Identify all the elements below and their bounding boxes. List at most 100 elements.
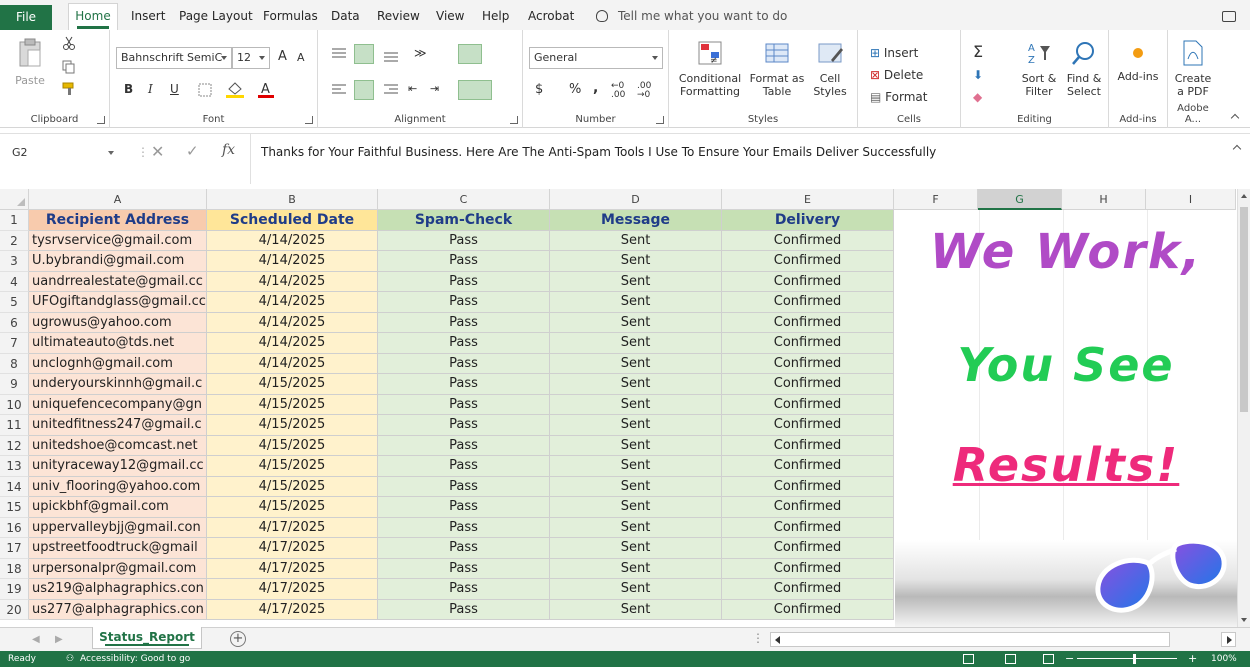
- tab-insert[interactable]: Insert: [131, 6, 165, 28]
- table-cell[interactable]: Confirmed: [722, 251, 894, 272]
- collapse-formula-bar-icon[interactable]: [1232, 144, 1242, 154]
- table-cell[interactable]: 4/14/2025: [207, 271, 378, 292]
- tab-review[interactable]: Review: [377, 6, 420, 28]
- table-cell[interactable]: Confirmed: [722, 374, 894, 395]
- collapse-ribbon-icon[interactable]: [1230, 113, 1240, 123]
- horizontal-scrollbar[interactable]: [770, 632, 1170, 647]
- table-cell[interactable]: Sent: [550, 271, 722, 292]
- underline-button[interactable]: U: [170, 82, 179, 96]
- decrease-indent-icon[interactable]: ⇤: [408, 82, 417, 95]
- table-cell[interactable]: 4/14/2025: [207, 312, 378, 333]
- table-cell[interactable]: Pass: [378, 374, 550, 395]
- next-sheet-icon[interactable]: ▶: [55, 634, 63, 645]
- table-cell[interactable]: Sent: [550, 374, 722, 395]
- alignment-dialog-launcher[interactable]: [510, 116, 518, 124]
- column-header-g[interactable]: G: [978, 189, 1062, 210]
- enter-icon[interactable]: ✓: [186, 142, 199, 160]
- fill-icon[interactable]: ⬇: [973, 68, 983, 82]
- header-cell[interactable]: Message: [550, 210, 722, 231]
- table-cell[interactable]: Pass: [378, 599, 550, 620]
- header-cell[interactable]: Spam-Check: [378, 210, 550, 231]
- header-cell[interactable]: Delivery: [722, 210, 894, 231]
- tell-me-search[interactable]: Tell me what you want to do: [596, 9, 787, 23]
- align-right-icon[interactable]: [384, 84, 398, 96]
- table-cell[interactable]: ugrowus@yahoo.com: [29, 312, 207, 333]
- table-cell[interactable]: Sent: [550, 353, 722, 374]
- row-header[interactable]: 18: [0, 558, 29, 579]
- table-cell[interactable]: uandrrealestate@gmail.cc: [29, 271, 207, 292]
- bold-button[interactable]: B: [124, 82, 133, 96]
- table-cell[interactable]: Confirmed: [722, 456, 894, 477]
- table-cell[interactable]: 4/17/2025: [207, 517, 378, 538]
- row-header[interactable]: 12: [0, 435, 29, 456]
- copy-icon[interactable]: [62, 60, 76, 74]
- scroll-left-icon[interactable]: [775, 636, 780, 644]
- header-cell[interactable]: Recipient Address: [29, 210, 207, 231]
- table-cell[interactable]: ultimateauto@tds.net: [29, 333, 207, 354]
- table-cell[interactable]: Pass: [378, 333, 550, 354]
- cut-icon[interactable]: [62, 36, 76, 50]
- table-cell[interactable]: Pass: [378, 579, 550, 600]
- row-header[interactable]: 9: [0, 374, 29, 395]
- table-cell[interactable]: Pass: [378, 230, 550, 251]
- table-cell[interactable]: tysrvservice@gmail.com: [29, 230, 207, 251]
- tab-page-layout[interactable]: Page Layout: [179, 6, 253, 28]
- italic-button[interactable]: I: [148, 82, 153, 96]
- worksheet-grid[interactable]: ABCDEFGHI 1 Recipient Address Scheduled Da…: [0, 189, 1250, 627]
- align-center-button[interactable]: [354, 80, 374, 100]
- table-cell[interactable]: 4/15/2025: [207, 456, 378, 477]
- row-header[interactable]: 6: [0, 312, 29, 333]
- page-break-view-icon[interactable]: [1043, 654, 1054, 664]
- table-cell[interactable]: Sent: [550, 599, 722, 620]
- clear-icon[interactable]: ◆: [973, 90, 982, 104]
- header-cell[interactable]: Scheduled Date: [207, 210, 378, 231]
- row-header[interactable]: 16: [0, 517, 29, 538]
- comma-button[interactable]: ,: [593, 80, 598, 96]
- table-cell[interactable]: Pass: [378, 251, 550, 272]
- table-cell[interactable]: Sent: [550, 456, 722, 477]
- select-all-button[interactable]: [0, 189, 29, 210]
- table-cell[interactable]: uppervalleybjj@gmail.con: [29, 517, 207, 538]
- column-header-a[interactable]: A: [29, 189, 207, 210]
- table-cell[interactable]: Sent: [550, 292, 722, 313]
- table-cell[interactable]: Confirmed: [722, 497, 894, 518]
- table-cell[interactable]: 4/17/2025: [207, 558, 378, 579]
- table-cell[interactable]: 4/17/2025: [207, 579, 378, 600]
- table-cell[interactable]: Confirmed: [722, 476, 894, 497]
- zoom-slider-thumb[interactable]: [1133, 654, 1136, 664]
- table-cell[interactable]: Pass: [378, 456, 550, 477]
- insert-function-button[interactable]: fx: [222, 142, 235, 158]
- create-pdf-button[interactable]: Create a PDF: [1170, 40, 1216, 98]
- table-cell[interactable]: Pass: [378, 415, 550, 436]
- table-cell[interactable]: Sent: [550, 333, 722, 354]
- sort-filter-button[interactable]: AZ Sort & Filter: [1015, 40, 1063, 98]
- table-cell[interactable]: 4/14/2025: [207, 353, 378, 374]
- table-cell[interactable]: Confirmed: [722, 538, 894, 559]
- increase-indent-icon[interactable]: ⇥: [430, 82, 439, 95]
- table-cell[interactable]: Confirmed: [722, 292, 894, 313]
- name-box[interactable]: G2: [8, 142, 118, 164]
- table-cell[interactable]: Sent: [550, 517, 722, 538]
- table-cell[interactable]: 4/17/2025: [207, 538, 378, 559]
- font-size-select[interactable]: 12: [232, 47, 270, 69]
- align-top-icon[interactable]: [332, 48, 346, 60]
- table-cell[interactable]: urpersonalpr@gmail.com: [29, 558, 207, 579]
- table-cell[interactable]: 4/14/2025: [207, 333, 378, 354]
- increase-decimal-icon[interactable]: ←0.00: [611, 82, 625, 100]
- conditional-formatting-button[interactable]: ≠ Conditional Formatting: [675, 40, 745, 98]
- table-cell[interactable]: upickbhf@gmail.com: [29, 497, 207, 518]
- table-cell[interactable]: Confirmed: [722, 312, 894, 333]
- decrease-font-button[interactable]: A: [297, 51, 305, 64]
- table-cell[interactable]: upstreetfoodtruck@gmail: [29, 538, 207, 559]
- wrap-text-button[interactable]: [458, 44, 482, 64]
- column-header-i[interactable]: I: [1146, 189, 1236, 210]
- table-cell[interactable]: 4/14/2025: [207, 292, 378, 313]
- table-cell[interactable]: Sent: [550, 538, 722, 559]
- table-cell[interactable]: Confirmed: [722, 558, 894, 579]
- table-cell[interactable]: Confirmed: [722, 271, 894, 292]
- table-cell[interactable]: Pass: [378, 476, 550, 497]
- tab-help[interactable]: Help: [482, 6, 509, 28]
- formula-input[interactable]: Thanks for Your Faithful Business. Here …: [250, 134, 1230, 184]
- table-cell[interactable]: Pass: [378, 558, 550, 579]
- table-cell[interactable]: us219@alphagraphics.con: [29, 579, 207, 600]
